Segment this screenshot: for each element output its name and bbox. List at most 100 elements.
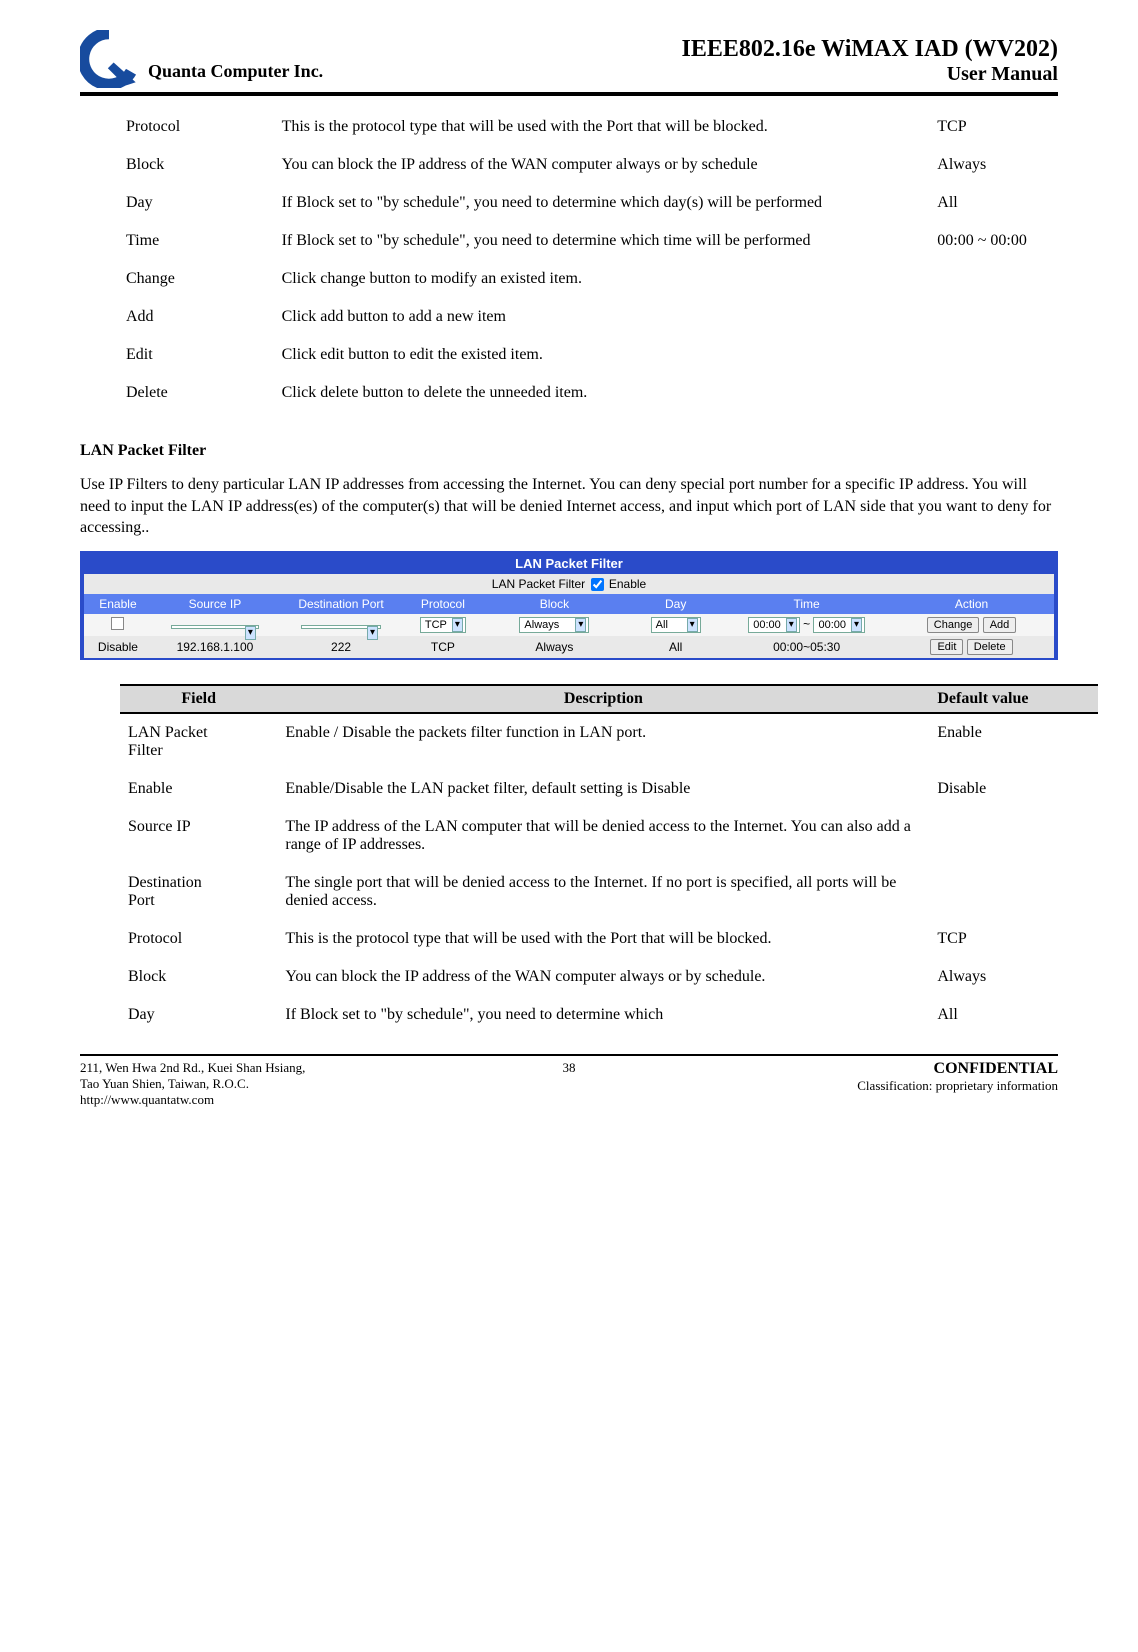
panel-subheader: LAN Packet Filter Enable [84,574,1054,594]
cell-desc: If Block set to "by schedule", you need … [277,996,929,1034]
section-paragraph: Use IP Filters to deny particular LAN IP… [80,474,1058,539]
footer-address: 211, Wen Hwa 2nd Rd., Kuei Shan Hsiang, … [80,1060,519,1108]
cell-block: Always [482,636,628,658]
th-desc: Description [277,685,929,713]
cell-default [931,336,1098,374]
cell-enable: Disable [84,636,152,658]
company-name: Quanta Computer Inc. [148,61,323,88]
cell-default [931,260,1098,298]
cell-desc: You can block the IP address of the WAN … [277,958,929,996]
cell-default: All [931,184,1098,222]
cell-default: Disable [929,770,1098,808]
cell-desc: The IP address of the LAN computer that … [277,808,929,864]
cell-desc: Enable/Disable the LAN packet filter, de… [277,770,929,808]
change-button[interactable]: Change [927,617,980,633]
grid-edit-row: TCP Always All 00:00 ~ 00:00 Change Add [84,614,1054,636]
cell-desc: Click delete button to delete the unneed… [276,374,932,412]
block-select[interactable]: Always [519,617,589,633]
panel-sub-label: LAN Packet Filter [492,577,585,591]
footer-addr1: 211, Wen Hwa 2nd Rd., Kuei Shan Hsiang, [80,1060,519,1076]
th-field: Field [120,685,277,713]
cell-default [931,298,1098,336]
table-row: BlockYou can block the IP address of the… [120,146,1098,184]
page-number: 38 [519,1060,619,1108]
col-action: Action [889,594,1054,614]
time-to-select[interactable]: 00:00 [813,617,865,633]
cell-default: TCP [931,108,1098,146]
cell-default [929,864,1098,920]
col-destport: Destination Port [278,594,404,614]
table-row: Source IPThe IP address of the LAN compu… [120,808,1098,864]
table-row: DayIf Block set to "by schedule", you ne… [120,996,1098,1034]
panel-title: LAN Packet Filter [84,553,1054,574]
table-row: ProtocolThis is the protocol type that w… [120,108,1098,146]
grid-header-row: Enable Source IP Destination Port Protoc… [84,594,1054,614]
table-header-row: Field Description Default value [120,685,1098,713]
cell-default [929,808,1098,864]
cell-dest: 222 [278,636,404,658]
company-logo [80,30,138,88]
cell-field: Source IP [120,808,277,864]
edit-button[interactable]: Edit [930,639,963,655]
cell-default: TCP [929,920,1098,958]
cell-field: Day [120,996,277,1034]
cell-default: Enable [929,713,1098,770]
protocol-select[interactable]: TCP [420,617,466,633]
table-row: EditClick edit button to edit the existe… [120,336,1098,374]
table-row: EnableEnable/Disable the LAN packet filt… [120,770,1098,808]
cell-source: 192.168.1.100 [152,636,278,658]
cell-field: Time [120,222,276,260]
cell-default: All [929,996,1098,1034]
footer-rule [80,1054,1058,1056]
cell-time: 00:00~05:30 [724,636,889,658]
table-row: ChangeClick change button to modify an e… [120,260,1098,298]
cell-protocol: TCP [404,636,482,658]
cell-field: Block [120,958,277,996]
table-row: ProtocolThis is the protocol type that w… [120,920,1098,958]
page-header: Quanta Computer Inc. IEEE802.16e WiMAX I… [80,30,1058,96]
cell-day: All [627,636,724,658]
table-row: DayIf Block set to "by schedule", you ne… [120,184,1098,222]
add-button[interactable]: Add [983,617,1017,633]
cell-field: Protocol [120,108,276,146]
cell-field: Delete [120,374,276,412]
cell-desc: The single port that will be denied acce… [277,864,929,920]
enable-checkbox[interactable] [111,617,124,630]
cell-default: Always [929,958,1098,996]
cell-desc: Click edit button to edit the existed it… [276,336,932,374]
time-from-select[interactable]: 00:00 [748,617,800,633]
document-title-line1: IEEE802.16e WiMAX IAD (WV202) [323,36,1058,63]
panel-sub-enable-text: Enable [609,577,646,591]
cell-field: DestinationPort [120,864,277,920]
lan-filter-enable-checkbox[interactable] [591,578,604,591]
table-row: BlockYou can block the IP address of the… [120,958,1098,996]
lan-packet-filter-panel: LAN Packet Filter LAN Packet Filter Enab… [80,551,1058,660]
cell-field: Block [120,146,276,184]
cell-desc: Enable / Disable the packets filter func… [277,713,929,770]
footer-addr3: http://www.quantatw.com [80,1092,519,1108]
document-title-line2: User Manual [323,63,1058,86]
cell-field: Enable [120,770,277,808]
document-title-block: IEEE802.16e WiMAX IAD (WV202) User Manua… [323,36,1058,88]
table-row: LAN PacketFilterEnable / Disable the pac… [120,713,1098,770]
col-sourceip: Source IP [152,594,278,614]
col-block: Block [482,594,628,614]
day-select[interactable]: All [651,617,701,633]
col-enable: Enable [84,594,152,614]
section-heading: LAN Packet Filter [80,442,1058,460]
col-time: Time [724,594,889,614]
field-description-table: Field Description Default value LAN Pack… [120,684,1098,1034]
delete-button[interactable]: Delete [967,639,1013,655]
table-row: DeleteClick delete button to delete the … [120,374,1098,412]
cell-default: Always [931,146,1098,184]
grid-static-row: Disable 192.168.1.100 222 TCP Always All… [84,636,1054,658]
source-ip-input[interactable] [171,625,259,629]
cell-field: Protocol [120,920,277,958]
footer-right: CONFIDENTIAL Classification: proprietary… [619,1060,1058,1108]
cell-desc: If Block set to "by schedule", you need … [276,184,932,222]
cell-desc: You can block the IP address of the WAN … [276,146,932,184]
cell-field: LAN PacketFilter [120,713,277,770]
cell-desc: Click add button to add a new item [276,298,932,336]
table-row: TimeIf Block set to "by schedule", you n… [120,222,1098,260]
dest-port-input[interactable] [301,625,381,629]
